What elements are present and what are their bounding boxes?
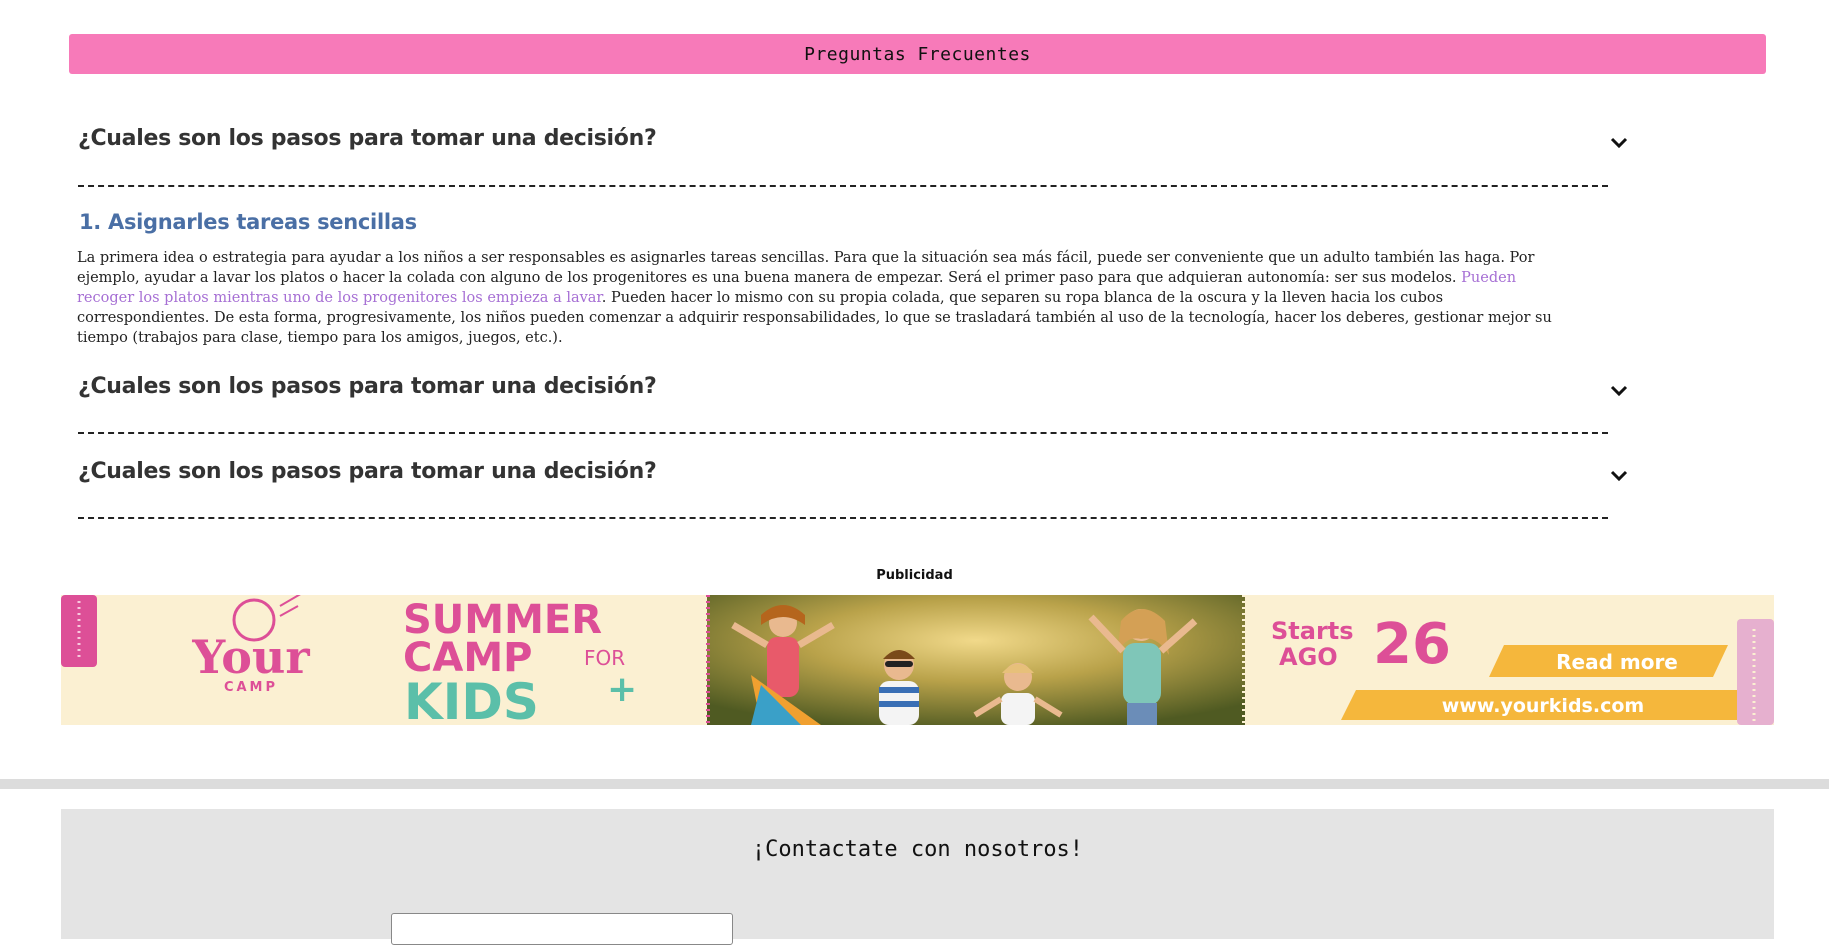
faq-question[interactable]: ¿Cuales son los pasos para tomar una dec…: [78, 126, 657, 151]
chevron-down-icon[interactable]: [1609, 136, 1629, 150]
contact-title: ¡Contactate con nosotros!: [751, 837, 1084, 862]
starts-month: AGO: [1279, 643, 1338, 671]
read-more-label: Read more: [1556, 650, 1678, 674]
faq-divider: [78, 432, 1608, 434]
faq-question[interactable]: ¿Cuales son los pasos para tomar una dec…: [78, 459, 657, 484]
section-separator: [0, 779, 1829, 789]
headline-for: FOR: [584, 646, 625, 670]
headline-kids: KIDS: [404, 673, 539, 725]
chevron-down-icon[interactable]: [1609, 384, 1629, 398]
headline-plus: +: [607, 669, 637, 710]
contact-section: ¡Contactate con nosotros!: [61, 809, 1774, 945]
starts-label: Starts: [1271, 617, 1354, 645]
answer-text-part: La primera idea o estrategia para ayudar…: [77, 250, 1535, 286]
starts-day: 26: [1373, 612, 1451, 677]
answer-title: 1. Asignarles tareas sencillas: [79, 210, 417, 234]
faq-question[interactable]: ¿Cuales son los pasos para tomar una dec…: [78, 374, 657, 399]
brand-camp: CAMP: [224, 680, 278, 695]
contact-name-input[interactable]: [391, 913, 733, 945]
url-label: www.yourkids.com: [1442, 695, 1644, 717]
brand-your: Your: [191, 630, 310, 684]
chevron-down-icon[interactable]: [1609, 469, 1629, 483]
faq-divider: [78, 517, 1608, 519]
faq-header: Preguntas Frecuentes: [69, 34, 1766, 74]
ad-banner[interactable]: Your CAMP SUMMER CAMP FOR KIDS + Starts …: [61, 595, 1774, 725]
faq-divider: [78, 185, 1608, 187]
answer-text: La primera idea o estrategia para ayudar…: [77, 248, 1577, 348]
ad-label: Publicidad: [876, 568, 953, 583]
kids-photo: [706, 595, 1246, 725]
